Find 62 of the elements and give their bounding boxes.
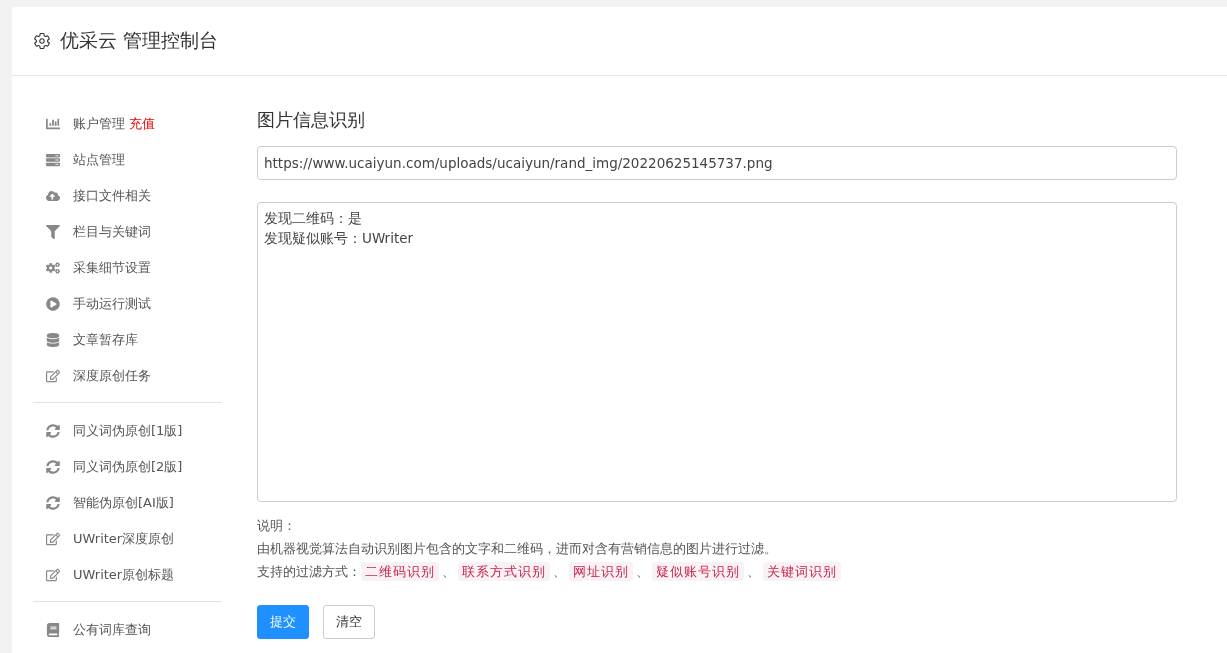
methods-label: 支持的过滤方式：: [257, 563, 361, 581]
filter-tag: 疑似账号识别: [652, 562, 744, 581]
filter-icon: [44, 225, 61, 239]
book-icon: [44, 623, 61, 637]
note-heading: 说明：: [257, 517, 296, 535]
sidebar-item[interactable]: UWriter原创标题: [33, 557, 222, 593]
item-label: 接口文件相关: [73, 187, 151, 205]
database-icon: [44, 333, 61, 347]
item-label: 站点管理: [73, 151, 125, 169]
sidebar-item[interactable]: 同义词伪原创[1版]: [33, 413, 222, 449]
item-label: 同义词伪原创[1版]: [73, 422, 183, 440]
sidebar-item[interactable]: 同义词伪原创[2版]: [33, 449, 222, 485]
filter-tag: 二维码识别: [361, 562, 439, 581]
sidebar-item[interactable]: UWriter深度原创: [33, 521, 222, 557]
refresh-icon: [44, 496, 61, 510]
refresh-icon: [44, 424, 61, 438]
item-label: 深度原创任务: [73, 367, 151, 385]
separator-mark: 、: [747, 563, 760, 581]
play-icon: [44, 297, 61, 311]
filter-tag: 联系方式识别: [458, 562, 550, 581]
sidebar-item[interactable]: 公有词库查询: [33, 612, 222, 648]
item-label: 手动运行测试: [73, 295, 151, 313]
item-label: 账户管理 充值: [73, 115, 155, 133]
console-title: 优采云 管理控制台: [60, 28, 219, 53]
separator-mark: 、: [442, 563, 455, 581]
page-heading: 图片信息识别: [257, 108, 366, 132]
item-label: UWriter原创标题: [73, 566, 175, 584]
separator-mark: 、: [636, 563, 649, 581]
bar-chart-icon: [44, 117, 61, 131]
sidebar-item[interactable]: 账户管理 充值: [33, 106, 222, 142]
item-label: 同义词伪原创[2版]: [73, 458, 183, 476]
settings-icon: [33, 32, 51, 50]
sidebar-item[interactable]: 文章暂存库: [33, 322, 222, 358]
edit-icon: [44, 369, 61, 383]
sidebar-item[interactable]: 接口文件相关: [33, 178, 222, 214]
separator-mark: 、: [553, 563, 566, 581]
result-field[interactable]: 发现二维码：是 发现疑似账号：UWriter: [257, 202, 1177, 502]
sidebar-item[interactable]: 深度原创任务: [33, 358, 222, 394]
edit-icon: [44, 532, 61, 546]
item-label: UWriter深度原创: [73, 530, 175, 548]
sidebar-item[interactable]: 采集细节设置: [33, 250, 222, 286]
server-icon: [44, 153, 61, 167]
url-field[interactable]: https://www.ucaiyun.com/uploads/ucaiyun/rand_img/20220625145737.png: [257, 146, 1177, 180]
item-label: 采集细节设置: [73, 259, 151, 277]
item-label: 文章暂存库: [73, 331, 138, 349]
sidebar-item[interactable]: 站点管理: [33, 142, 222, 178]
clear-button[interactable]: 清空: [323, 605, 375, 639]
filter-tag: 关键词识别: [763, 562, 841, 581]
cloud-upload-icon: [44, 189, 61, 203]
item-label: 智能伪原创[AI版]: [73, 494, 174, 512]
filter-tag: 网址识别: [569, 562, 633, 581]
sidebar-item[interactable]: 智能伪原创[AI版]: [33, 485, 222, 521]
edit-icon: [44, 568, 61, 582]
item-label: 栏目与关键词: [73, 223, 151, 241]
result-line: 发现疑似账号：UWriter: [264, 229, 414, 248]
refresh-icon: [44, 460, 61, 474]
note-description: 由机器视觉算法自动识别图片包含的文字和二维码，进而对含有营销信息的图片进行过滤。: [257, 540, 777, 558]
sidebar-item[interactable]: 栏目与关键词: [33, 214, 222, 250]
gears-icon: [44, 261, 61, 275]
item-label: 公有词库查询: [73, 621, 151, 639]
sidebar-item[interactable]: 手动运行测试: [33, 286, 222, 322]
result-line: 发现二维码：是: [264, 209, 362, 228]
